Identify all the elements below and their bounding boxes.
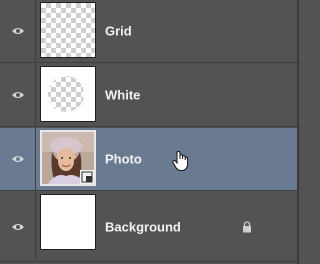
layer-row-grid[interactable]: Grid	[0, 0, 297, 63]
visibility-toggle-white[interactable]	[0, 64, 36, 126]
visibility-toggle-grid[interactable]	[0, 0, 36, 62]
smart-object-badge-icon	[80, 170, 94, 184]
hand-pointer-cursor-icon	[172, 150, 189, 171]
eye-icon	[12, 92, 24, 98]
circle-checker-thumbnail	[41, 67, 95, 121]
lock-icon[interactable]	[242, 220, 252, 233]
layer-row-white[interactable]: White	[0, 64, 297, 127]
visibility-toggle-background[interactable]	[0, 192, 36, 261]
layer-row-background[interactable]: Background	[0, 192, 297, 262]
layers-panel: Grid White Photo Background	[0, 0, 299, 264]
layer-thumbnail-grid	[40, 2, 96, 58]
eye-icon	[12, 223, 24, 230]
layer-name-white: White	[105, 87, 141, 103]
eye-icon	[12, 156, 24, 162]
layer-thumbnail-white	[40, 66, 96, 122]
eye-icon	[12, 28, 24, 34]
layer-thumbnail-photo	[40, 130, 96, 186]
visibility-toggle-photo[interactable]	[0, 128, 36, 190]
layer-name-photo: Photo	[105, 151, 142, 167]
layer-thumbnail-background	[40, 194, 96, 250]
layer-row-photo[interactable]: Photo	[0, 128, 297, 191]
layer-name-background: Background	[105, 219, 181, 234]
layer-name-grid: Grid	[105, 23, 132, 39]
